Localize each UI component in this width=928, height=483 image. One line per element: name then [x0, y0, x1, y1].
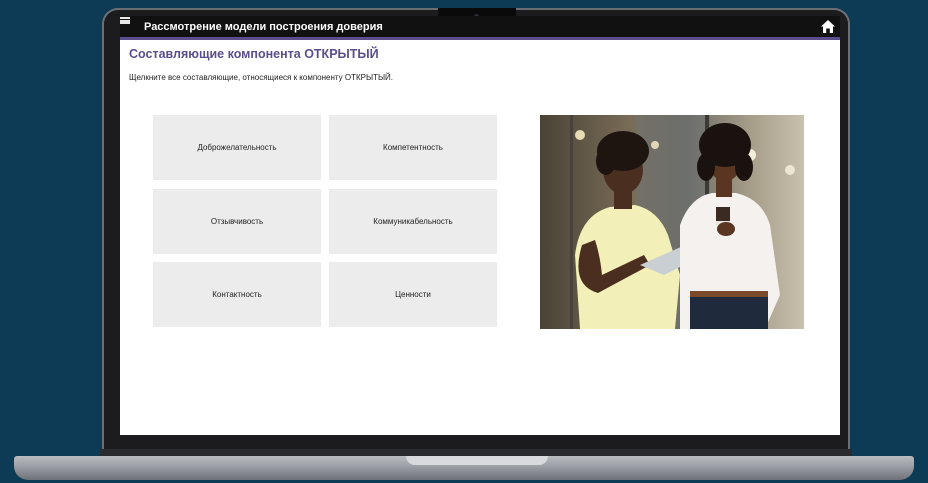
photo-two-women-tablet: [540, 115, 804, 329]
instructions-text: Щелкните все составляющие, относящиеся к…: [129, 73, 394, 82]
tile-responsiveness[interactable]: Отзывчивость: [153, 189, 321, 254]
tile-benevolence[interactable]: Доброжелательность: [153, 115, 321, 180]
page-title: Составляющие компонента ОТКРЫТЫЙ: [129, 47, 379, 61]
top-bar: Рассмотрение модели построения доверия: [120, 16, 840, 40]
tile-approachability[interactable]: Контактность: [153, 262, 321, 327]
home-icon[interactable]: [820, 19, 836, 34]
menu-icon[interactable]: [120, 16, 130, 25]
laptop-base-notch: [406, 456, 548, 465]
course-title: Рассмотрение модели построения доверия: [144, 21, 383, 33]
tile-sociability[interactable]: Коммуникабельность: [329, 189, 497, 254]
screen: Рассмотрение модели построения доверия С…: [120, 16, 840, 435]
tile-values[interactable]: Ценности: [329, 262, 497, 327]
tile-competence[interactable]: Компетентность: [329, 115, 497, 180]
